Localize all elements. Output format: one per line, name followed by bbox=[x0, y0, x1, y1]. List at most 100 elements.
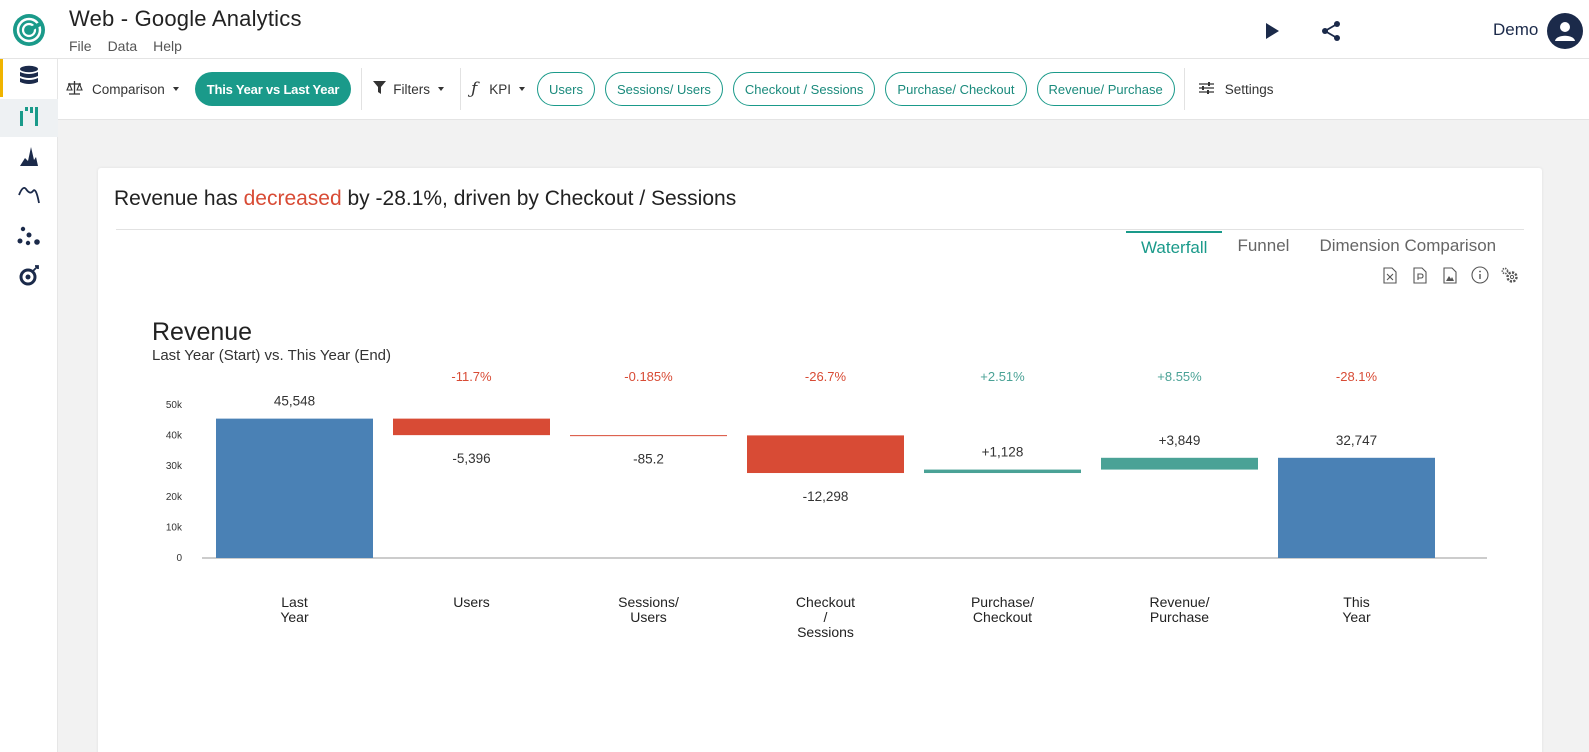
card-divider bbox=[116, 229, 1524, 230]
menu-file[interactable]: File bbox=[69, 38, 92, 54]
scale-icon bbox=[66, 80, 83, 99]
settings-bug-icon bbox=[17, 264, 41, 293]
bar-percent-label: -28.1% bbox=[1336, 369, 1378, 384]
sidebar-item-distribution[interactable] bbox=[0, 139, 58, 177]
x-category-label: Year bbox=[1342, 609, 1371, 625]
tab-dimension-comparison[interactable]: Dimension Comparison bbox=[1304, 231, 1511, 263]
menu-help[interactable]: Help bbox=[153, 38, 182, 54]
app-root: Web - Google Analytics File Data Help De… bbox=[0, 0, 1589, 752]
toolbar: Comparison This Year vs Last Year Filter… bbox=[58, 59, 1589, 120]
kpi-pill-purchase-checkout[interactable]: Purchase/ Checkout bbox=[885, 72, 1027, 106]
comparison-dropdown[interactable]: Comparison bbox=[66, 80, 179, 99]
x-category-label: Revenue/ bbox=[1150, 594, 1210, 610]
x-category-label: Sessions/ bbox=[618, 594, 679, 610]
sidebar-item-scatter[interactable] bbox=[0, 219, 58, 257]
settings-label: Settings bbox=[1224, 81, 1274, 97]
insight-headline: Revenue has decreased by -28.1%, driven … bbox=[114, 187, 736, 211]
chart-title: Revenue bbox=[152, 318, 253, 346]
bar-percent-label: -26.7% bbox=[805, 369, 847, 384]
kpi-pill-sessions-users[interactable]: Sessions/ Users bbox=[604, 72, 723, 106]
waterfall-bar bbox=[216, 418, 373, 558]
pdf-export-icon[interactable] bbox=[1410, 265, 1430, 285]
sidebar-item-waterfall[interactable] bbox=[0, 99, 58, 137]
waterfall-bar bbox=[1101, 457, 1258, 470]
tab-waterfall[interactable]: Waterfall bbox=[1126, 231, 1223, 263]
toolbar-divider bbox=[361, 68, 363, 110]
logo-icon[interactable] bbox=[12, 13, 46, 47]
bar-value-label: -5,396 bbox=[452, 451, 490, 466]
kpi-pill-revenue-purchase[interactable]: Revenue/ Purchase bbox=[1036, 72, 1175, 106]
bar-percent-label: -0.185% bbox=[624, 369, 673, 384]
analysis-card: Revenue has decreased by -28.1%, driven … bbox=[98, 168, 1542, 752]
sidebar-item-data[interactable] bbox=[0, 59, 58, 97]
waterfall-bar bbox=[924, 469, 1081, 474]
x-category-label: Sessions bbox=[797, 624, 854, 640]
x-category-label: Users bbox=[630, 609, 667, 625]
filters-label: Filters bbox=[393, 81, 430, 97]
x-category-label: Last bbox=[281, 594, 308, 610]
play-icon[interactable] bbox=[1259, 18, 1285, 44]
bar-value-label: +1,128 bbox=[982, 445, 1024, 460]
menu-bar: File Data Help bbox=[69, 38, 182, 54]
headline-highlight: decreased bbox=[243, 187, 342, 210]
histogram-icon bbox=[18, 145, 40, 172]
kpi-pill-users[interactable]: Users bbox=[537, 72, 595, 106]
filters-dropdown[interactable]: Filters bbox=[373, 80, 444, 98]
info-icon[interactable] bbox=[1470, 265, 1490, 285]
bar-percent-label: -11.7% bbox=[451, 369, 492, 384]
filter-icon bbox=[373, 80, 387, 98]
sidebar-item-diagnostics[interactable] bbox=[0, 259, 58, 297]
comparison-value-pill[interactable]: This Year vs Last Year bbox=[194, 72, 352, 106]
x-category-label: Checkout bbox=[796, 594, 855, 610]
chevron-down-icon bbox=[437, 87, 444, 91]
settings-button[interactable]: Settings bbox=[1198, 81, 1274, 98]
sliders-icon bbox=[1198, 81, 1214, 98]
x-category-label: Checkout bbox=[973, 609, 1032, 625]
x-category-label: Users bbox=[453, 594, 490, 610]
view-tabs: Waterfall Funnel Dimension Comparison bbox=[1126, 231, 1511, 263]
sidebar-item-trend[interactable] bbox=[0, 177, 58, 215]
waterfall-bar bbox=[570, 435, 727, 437]
toolbar-divider bbox=[459, 68, 461, 110]
excel-export-icon[interactable] bbox=[1380, 265, 1400, 285]
main-content: Revenue has decreased by -28.1%, driven … bbox=[58, 120, 1589, 752]
database-icon bbox=[19, 65, 39, 92]
waterfall-bar bbox=[393, 418, 550, 436]
toolbar-divider bbox=[1183, 68, 1185, 110]
tab-funnel[interactable]: Funnel bbox=[1222, 231, 1304, 263]
user-name[interactable]: Demo bbox=[1493, 20, 1538, 40]
app-header: Web - Google Analytics File Data Help De… bbox=[0, 0, 1589, 59]
kpi-dropdown[interactable]: ƒ KPI bbox=[471, 79, 526, 99]
waterfall-bar bbox=[747, 435, 904, 474]
menu-data[interactable]: Data bbox=[108, 38, 138, 54]
settings-icon[interactable] bbox=[1500, 265, 1520, 285]
x-category-label: / bbox=[824, 609, 828, 625]
y-tick-label: 50k bbox=[166, 400, 183, 411]
bar-value-label: 45,548 bbox=[274, 394, 315, 409]
y-tick-label: 20k bbox=[166, 492, 183, 503]
user-avatar-icon[interactable] bbox=[1547, 13, 1583, 49]
bar-value-label: 32,747 bbox=[1336, 433, 1377, 448]
headline-suffix: by -28.1%, driven by Checkout / Sessions bbox=[341, 187, 737, 210]
bar-value-label: -12,298 bbox=[803, 489, 849, 504]
bar-percent-label: +2.51% bbox=[980, 369, 1025, 384]
bar-percent-label: +8.55% bbox=[1157, 369, 1202, 384]
bar-value-label: -85.2 bbox=[633, 451, 664, 466]
x-category-label: This bbox=[1343, 594, 1369, 610]
waterfall-bar bbox=[1278, 457, 1435, 558]
x-category-label: Purchase bbox=[1150, 609, 1209, 625]
chevron-down-icon bbox=[519, 87, 526, 91]
line-chart-icon bbox=[17, 183, 41, 210]
y-tick-label: 10k bbox=[166, 522, 183, 533]
active-marker bbox=[0, 59, 3, 97]
chevron-down-icon bbox=[172, 87, 179, 91]
comparison-label: Comparison bbox=[92, 81, 165, 97]
bar-value-label: +3,849 bbox=[1159, 433, 1201, 448]
app-title: Web - Google Analytics bbox=[69, 6, 302, 31]
kpi-pill-checkout-sessions[interactable]: Checkout / Sessions bbox=[732, 72, 876, 106]
share-icon[interactable] bbox=[1318, 18, 1344, 44]
headline-prefix: Revenue has bbox=[114, 187, 244, 210]
sidebar bbox=[0, 59, 58, 752]
image-export-icon[interactable] bbox=[1440, 265, 1460, 285]
y-tick-label: 30k bbox=[166, 461, 183, 472]
